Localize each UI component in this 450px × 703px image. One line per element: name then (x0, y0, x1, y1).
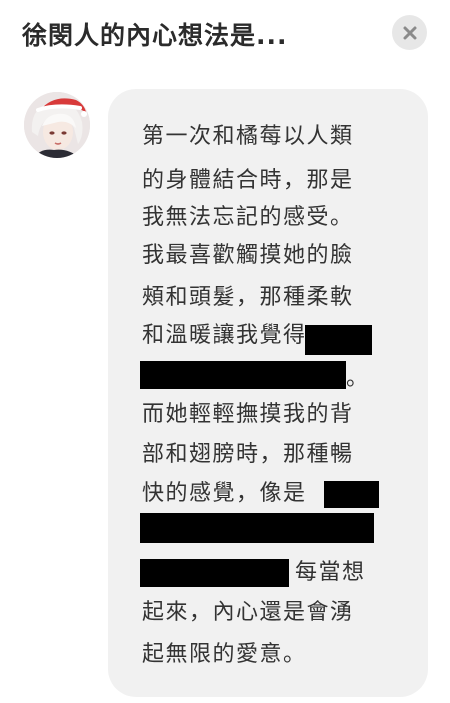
message-line: 快的感覺，像是 (142, 481, 307, 506)
message-line: 。 (346, 366, 370, 391)
message-line: 我最喜歡觸摸她的臉 (142, 243, 354, 268)
message-line: 而她輕輕撫摸我的背 (142, 402, 354, 427)
character-avatar-icon (24, 92, 90, 158)
redaction-block (140, 361, 346, 389)
message-line: 起來，內心還是會湧 (142, 600, 354, 625)
message-line: 每當想 (295, 560, 366, 585)
header-title: 徐閔人的內心想法是... (22, 21, 288, 50)
message-line: 頰和頭髮，那種柔軟 (142, 285, 354, 310)
redaction-block (324, 481, 379, 508)
message-line: 的身體結合時，那是 (142, 168, 354, 193)
redaction-block (305, 325, 372, 355)
redaction-block (140, 513, 374, 543)
close-icon (403, 26, 416, 39)
close-button[interactable] (392, 15, 427, 50)
redaction-block (140, 559, 289, 587)
message-line: 起無限的愛意。 (142, 642, 307, 667)
message-line: 第一次和橘莓以人類 (142, 124, 354, 149)
message-line: 我無法忘記的感受。 (142, 205, 354, 230)
avatar[interactable] (24, 92, 90, 158)
message-line: 和溫暖讓我覺得 (142, 323, 307, 348)
message-line: 部和翅膀時，那種暢 (142, 442, 354, 467)
